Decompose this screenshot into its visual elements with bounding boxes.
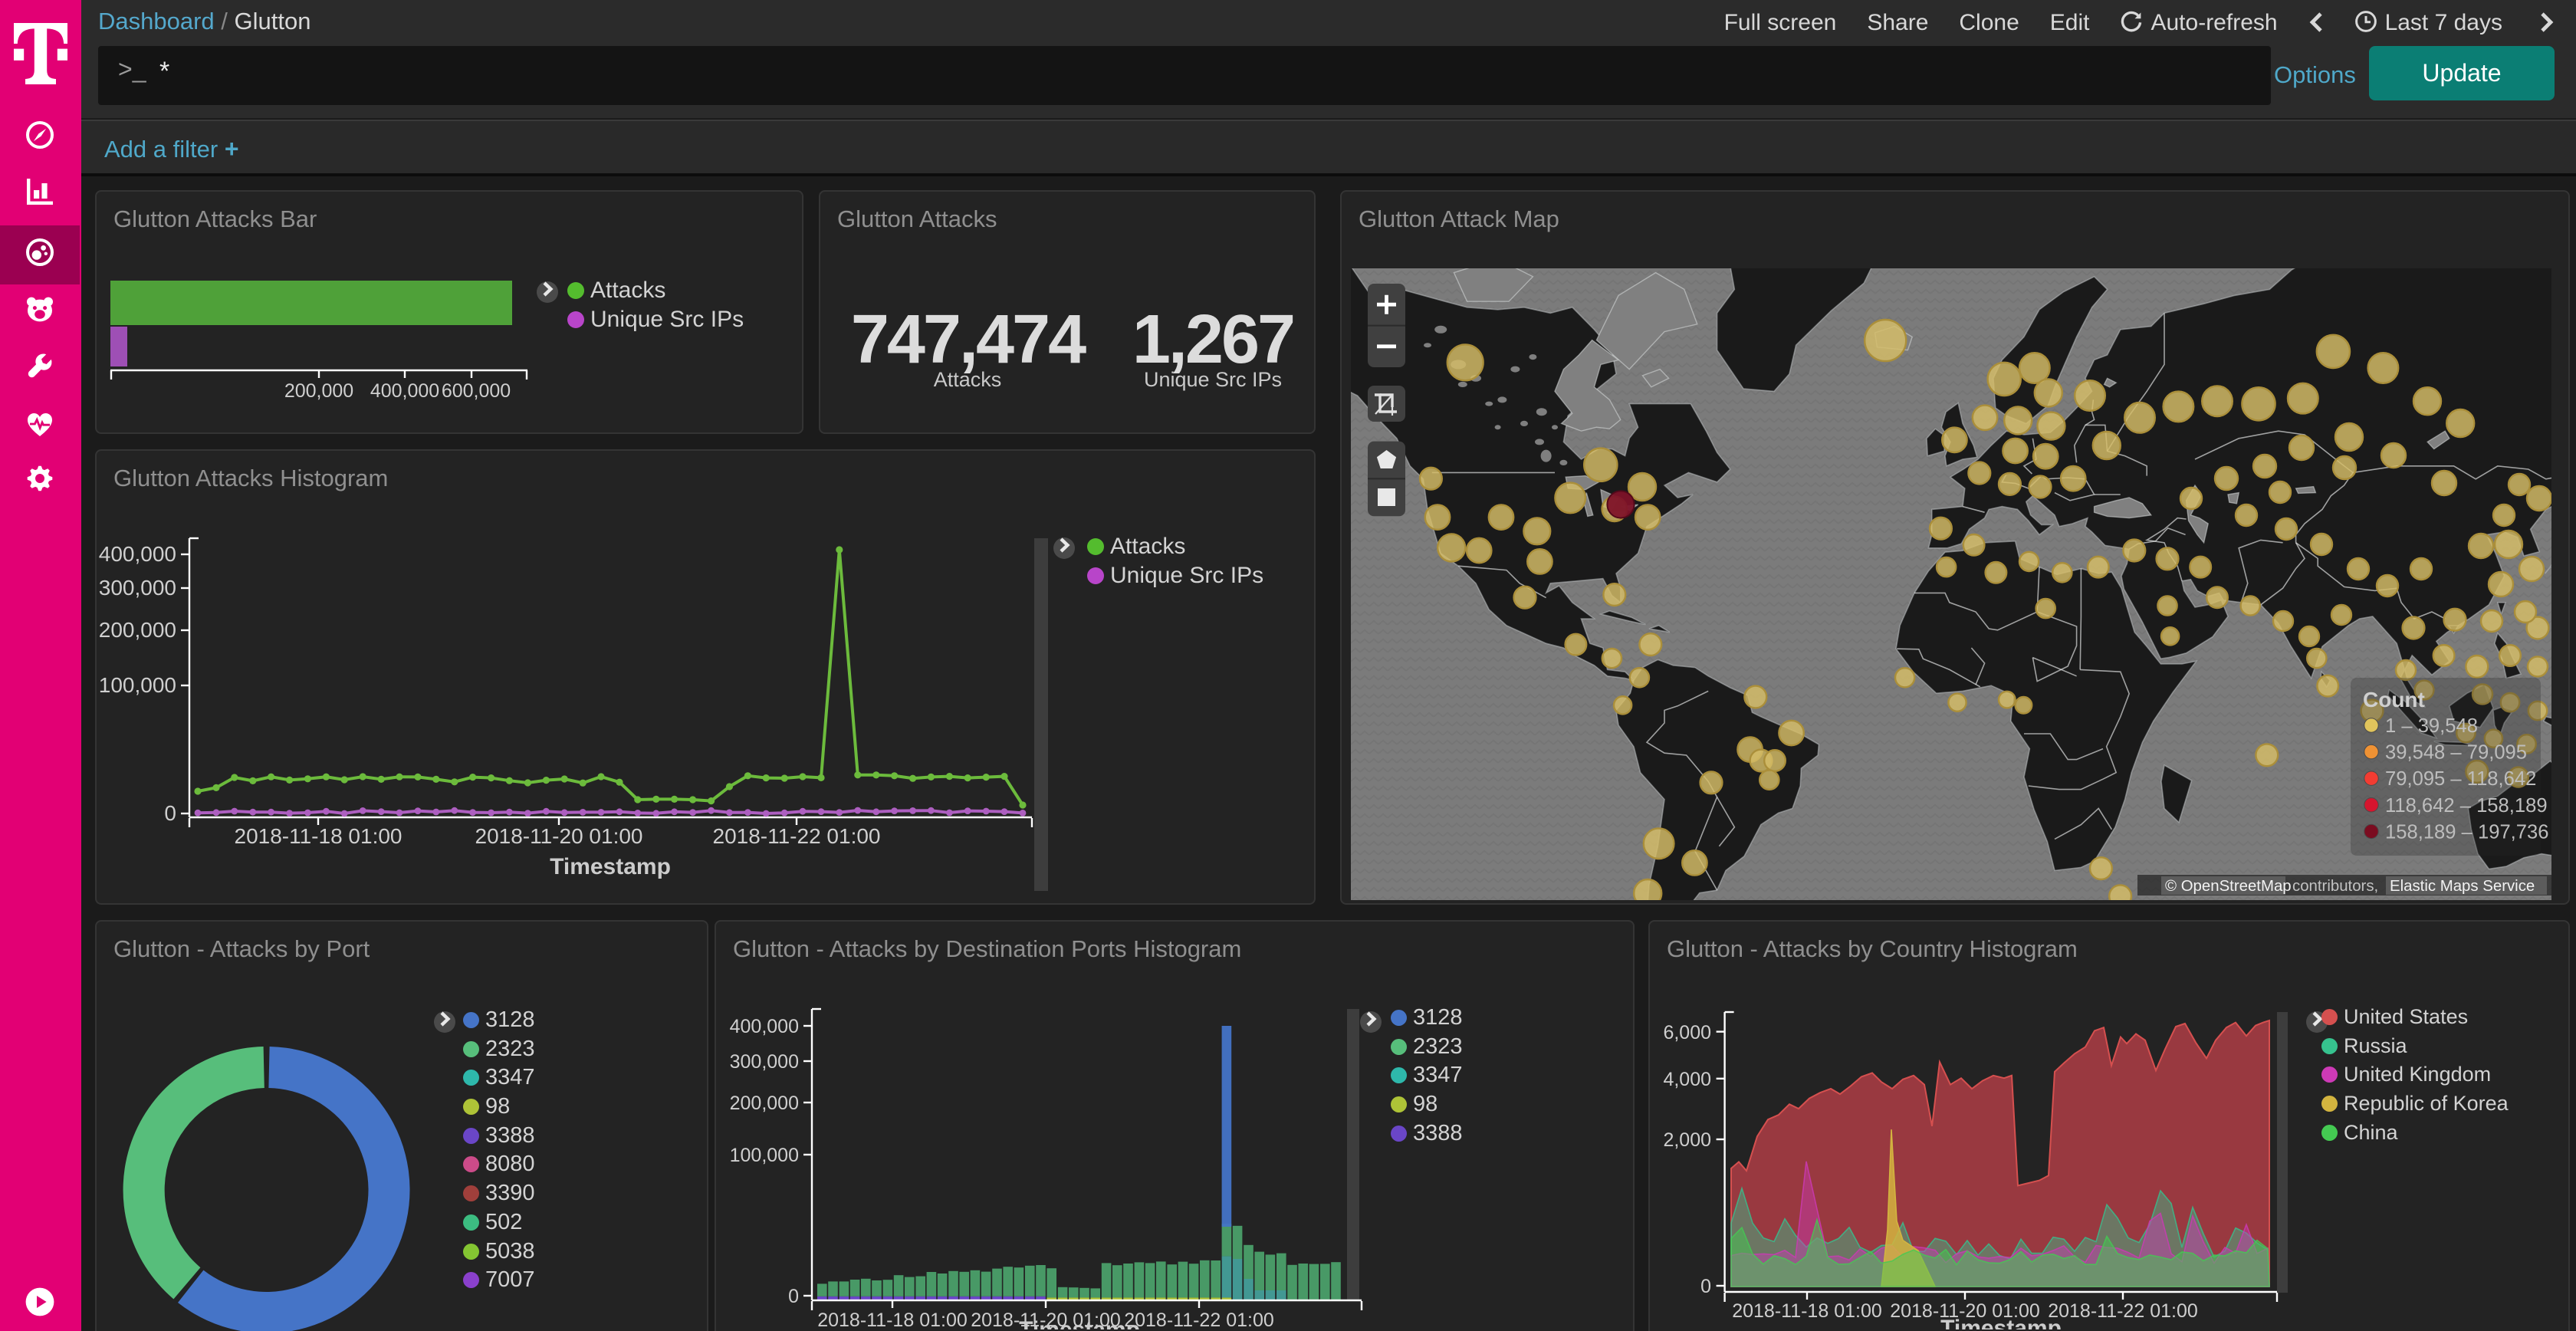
svg-text:400,000: 400,000 [99,542,176,566]
svg-text:2018-11-20 01:00: 2018-11-20 01:00 [475,824,643,848]
svg-text:Timestamp: Timestamp [550,854,671,879]
svg-text:© OpenStreetMap: © OpenStreetMap [2165,878,2292,895]
svg-text:300,000: 300,000 [730,1051,799,1073]
svg-text:39,548 – 79,095: 39,548 – 79,095 [2385,742,2527,764]
svg-text:300,000: 300,000 [99,576,176,600]
svg-text:2,000: 2,000 [1663,1129,1711,1151]
svg-text:400,000: 400,000 [730,1016,799,1037]
svg-text:200,000: 200,000 [730,1093,799,1114]
svg-text:400,000: 400,000 [370,380,439,402]
svg-text:2018-11-18 01:00: 2018-11-18 01:00 [817,1310,968,1329]
svg-text:79,095 – 118,642: 79,095 – 118,642 [2385,768,2536,790]
svg-text:Elastic Maps Service: Elastic Maps Service [2390,878,2535,895]
svg-text:2018-11-18 01:00: 2018-11-18 01:00 [235,824,402,848]
svg-text:0: 0 [788,1286,799,1307]
svg-text:Count: Count [2363,688,2425,712]
svg-text:100,000: 100,000 [99,673,176,697]
svg-text:6,000: 6,000 [1663,1022,1711,1043]
svg-text:4,000: 4,000 [1663,1069,1711,1090]
svg-text:200,000: 200,000 [99,618,176,642]
svg-text:100,000: 100,000 [730,1145,799,1166]
svg-text:158,189 – 197,736: 158,189 – 197,736 [2385,821,2549,843]
svg-text:1 – 39,548: 1 – 39,548 [2385,715,2478,737]
svg-text:2018-11-22 01:00: 2018-11-22 01:00 [2048,1300,2198,1322]
svg-text:contributors,: contributors, [2292,878,2378,895]
svg-text:2018-11-22 01:00: 2018-11-22 01:00 [713,824,881,848]
svg-text:Timestamp: Timestamp [1940,1316,2062,1329]
svg-text:2018-11-22 01:00: 2018-11-22 01:00 [1124,1310,1274,1329]
svg-text:2018-11-18 01:00: 2018-11-18 01:00 [1732,1300,1882,1322]
svg-text:200,000: 200,000 [284,380,353,402]
svg-text:118,642 – 158,189: 118,642 – 158,189 [2385,795,2548,817]
svg-text:0: 0 [1700,1276,1711,1297]
svg-text:0: 0 [164,801,176,825]
svg-text:600,000: 600,000 [442,380,511,402]
svg-text:Timestamp: Timestamp [1019,1317,1140,1329]
